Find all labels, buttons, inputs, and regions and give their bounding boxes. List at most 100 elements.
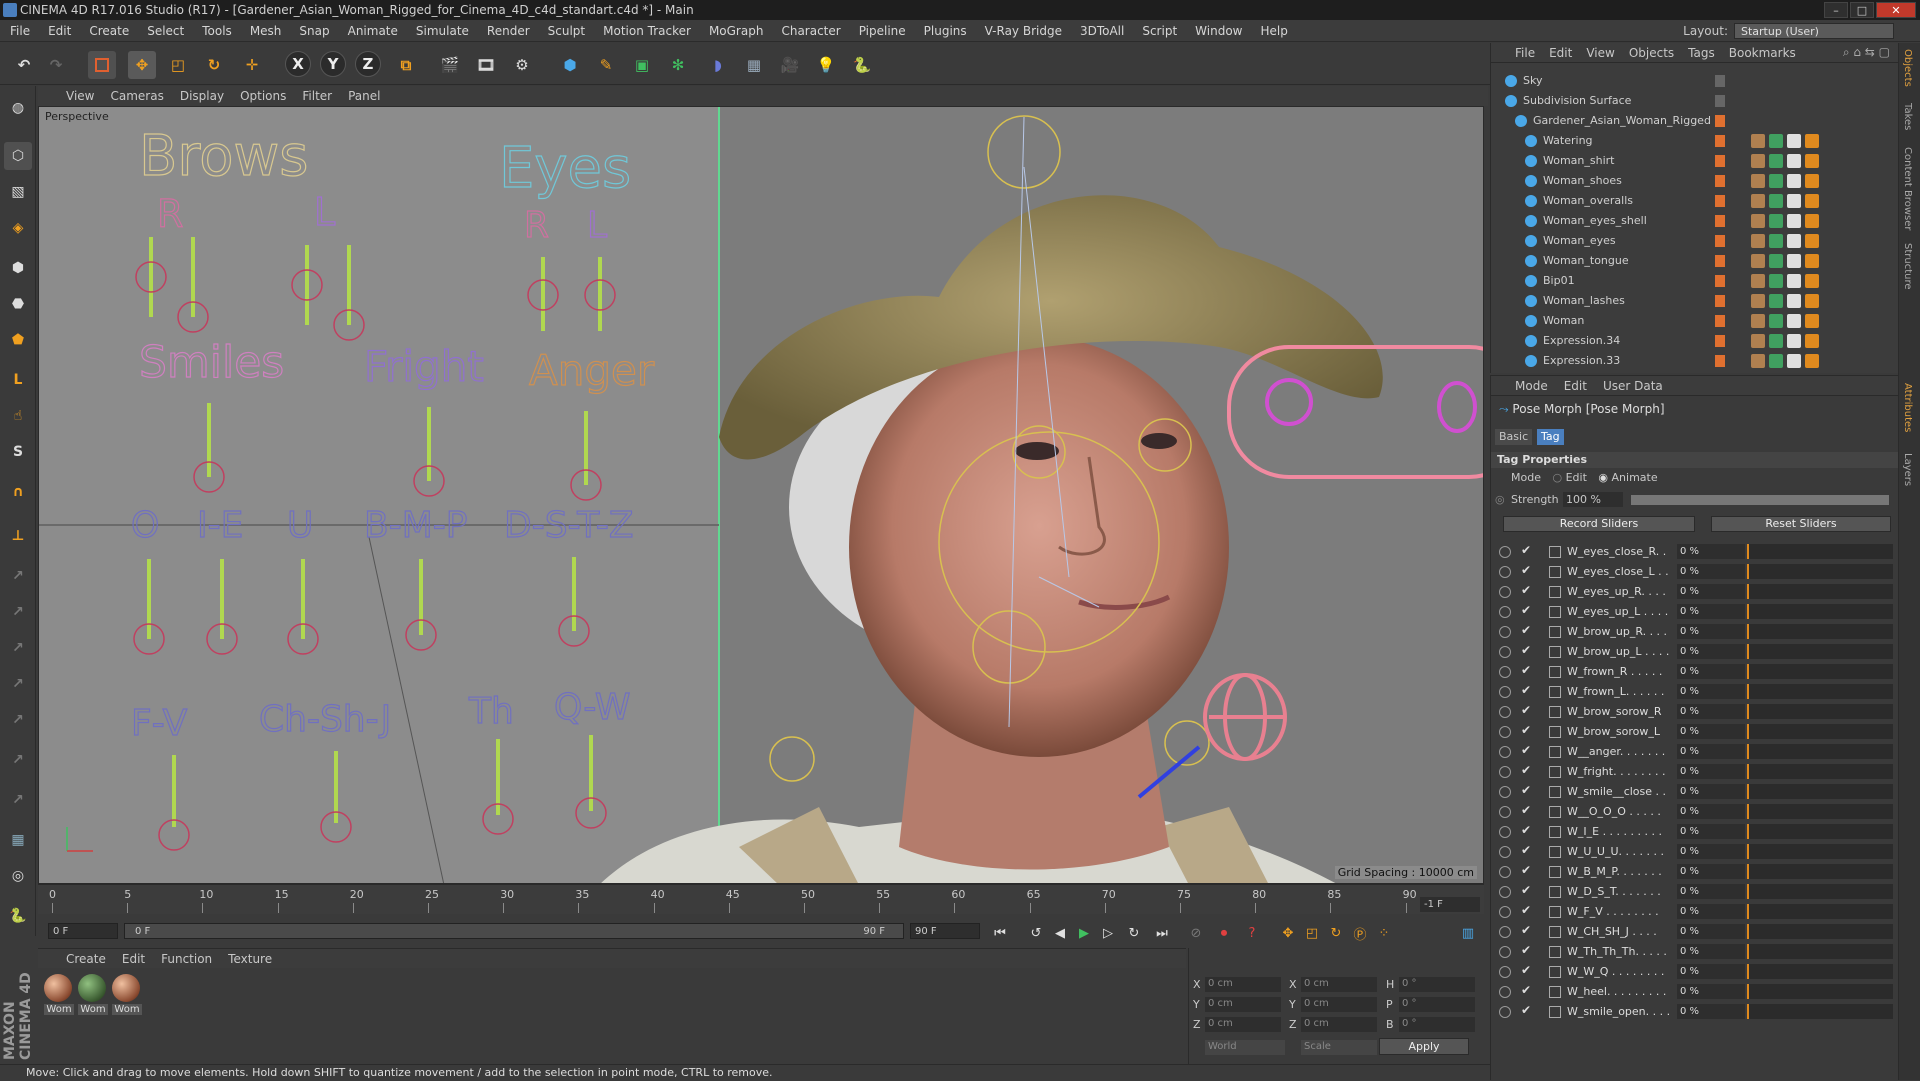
rotation-h-field[interactable]: 0 ° xyxy=(1399,977,1475,992)
tag-icon[interactable] xyxy=(1751,134,1765,148)
menu-pipeline[interactable]: Pipeline xyxy=(859,24,906,38)
enable-checkbox[interactable]: ✔ xyxy=(1521,903,1531,917)
animate-toggle-icon[interactable] xyxy=(1499,566,1511,578)
floor-icon[interactable]: ▦ xyxy=(740,51,768,79)
enable-checkbox[interactable]: ✔ xyxy=(1521,543,1531,557)
tag-icon[interactable] xyxy=(1769,154,1783,168)
enable-checkbox[interactable]: ✔ xyxy=(1521,983,1531,997)
menu-3dtoall[interactable]: 3DToAll xyxy=(1080,24,1124,38)
morph-slider[interactable] xyxy=(1747,844,1893,859)
layer-color-icon[interactable] xyxy=(1715,315,1725,327)
layer-color-icon[interactable] xyxy=(1715,135,1725,147)
tag-icon[interactable] xyxy=(1805,194,1819,208)
render-picture-viewer-icon[interactable]: 🎞 xyxy=(472,51,500,79)
morph-value-field[interactable]: 0 % xyxy=(1677,824,1745,839)
enable-checkbox[interactable]: ✔ xyxy=(1521,563,1531,577)
enable-checkbox[interactable]: ✔ xyxy=(1521,603,1531,617)
morph-value-field[interactable]: 0 % xyxy=(1677,644,1745,659)
apply-button[interactable]: Apply xyxy=(1379,1038,1469,1055)
animate-toggle-icon[interactable] xyxy=(1499,686,1511,698)
objmgr-menu-objects[interactable]: Objects xyxy=(1629,46,1674,60)
enable-checkbox[interactable]: ✔ xyxy=(1521,763,1531,777)
side-tab-structure[interactable]: Structure xyxy=(1902,243,1913,290)
morph-slider[interactable] xyxy=(1747,604,1893,619)
morph-value-field[interactable]: 0 % xyxy=(1677,944,1745,959)
deformer-icon[interactable]: ◗ xyxy=(704,51,732,79)
menu-tools[interactable]: Tools xyxy=(202,24,232,38)
animate-toggle-icon[interactable] xyxy=(1499,986,1511,998)
morph-value-field[interactable]: 0 % xyxy=(1677,704,1745,719)
tag-icon[interactable] xyxy=(1751,234,1765,248)
object-row[interactable]: Expression.34 xyxy=(1491,331,1891,351)
array-icon[interactable]: ✻ xyxy=(664,51,692,79)
strength-field[interactable]: 100 % xyxy=(1563,492,1623,507)
tag-icon[interactable] xyxy=(1805,274,1819,288)
menu-help[interactable]: Help xyxy=(1260,24,1287,38)
go-to-end-icon[interactable]: ⏭ xyxy=(1152,923,1172,943)
object-row[interactable]: Woman_eyes_shell xyxy=(1491,211,1891,231)
model-mode-icon[interactable]: ⬡ xyxy=(4,142,32,170)
morph-slider[interactable] xyxy=(1747,784,1893,799)
planar-icon[interactable]: ↗ xyxy=(4,746,32,774)
attr-menu-edit[interactable]: Edit xyxy=(1564,379,1587,393)
objmgr-menu-file[interactable]: File xyxy=(1515,46,1535,60)
animate-toggle-icon[interactable] xyxy=(1499,646,1511,658)
menu-plugins[interactable]: Plugins xyxy=(924,24,967,38)
cube-icon[interactable]: ⬢ xyxy=(556,51,584,79)
locked-workplane-icon[interactable]: ↗ xyxy=(4,562,32,590)
layer-color-icon[interactable] xyxy=(1715,115,1725,127)
animate-toggle-icon[interactable] xyxy=(1499,846,1511,858)
mode-edit-radio[interactable]: ○ xyxy=(1552,471,1562,484)
tab-tag[interactable]: Tag xyxy=(1537,429,1564,445)
morph-slider[interactable] xyxy=(1747,724,1893,739)
tag-icon[interactable] xyxy=(1805,314,1819,328)
viewport-menu-panel[interactable]: Panel xyxy=(348,89,380,103)
viewport-menu-display[interactable]: Display xyxy=(180,89,224,103)
morph-value-field[interactable]: 0 % xyxy=(1677,584,1745,599)
close-icon[interactable]: ✕ xyxy=(1876,2,1916,18)
coordinate-system-icon[interactable]: ⧉ xyxy=(392,51,420,79)
coordinate-space-dropdown[interactable]: World xyxy=(1205,1040,1285,1055)
size-z-field[interactable]: 0 cm xyxy=(1301,1017,1377,1032)
reset-sliders-button[interactable]: Reset Sliders xyxy=(1711,516,1891,532)
viewport-menu-cameras[interactable]: Cameras xyxy=(110,89,163,103)
objmgr-menu-tags[interactable]: Tags xyxy=(1688,46,1715,60)
animate-toggle-icon[interactable] xyxy=(1499,886,1511,898)
render-view-icon[interactable]: 🎬 xyxy=(436,51,464,79)
material-menu-texture[interactable]: Texture xyxy=(228,952,272,966)
enable-checkbox[interactable]: ✔ xyxy=(1521,743,1531,757)
objmgr-menu-view[interactable]: View xyxy=(1586,46,1614,60)
tag-icon[interactable] xyxy=(1751,294,1765,308)
morph-slider[interactable] xyxy=(1747,584,1893,599)
preview-range-slider[interactable]: 0 F 90 F xyxy=(124,923,904,939)
viewport-menu-filter[interactable]: Filter xyxy=(302,89,332,103)
tag-icon[interactable] xyxy=(1787,274,1801,288)
animate-toggle-icon[interactable] xyxy=(1499,946,1511,958)
layer-color-icon[interactable] xyxy=(1715,275,1725,287)
tag-icon[interactable] xyxy=(1769,234,1783,248)
viewport-menu-view[interactable]: View xyxy=(66,89,94,103)
morph-slider[interactable] xyxy=(1747,564,1893,579)
tag-icon[interactable] xyxy=(1751,194,1765,208)
enable-checkbox[interactable]: ✔ xyxy=(1521,703,1531,717)
morph-slider[interactable] xyxy=(1747,924,1893,939)
animate-toggle-icon[interactable] xyxy=(1499,666,1511,678)
layer-color-icon[interactable] xyxy=(1715,95,1725,107)
object-row[interactable]: Woman xyxy=(1491,311,1891,331)
morph-value-field[interactable]: 0 % xyxy=(1677,924,1745,939)
strength-slider[interactable] xyxy=(1631,495,1889,505)
morph-value-field[interactable]: 0 % xyxy=(1677,544,1745,559)
material-menu-function[interactable]: Function xyxy=(161,952,212,966)
tag-icon[interactable] xyxy=(1787,214,1801,228)
morph-slider[interactable] xyxy=(1747,804,1893,819)
animate-toggle-icon[interactable] xyxy=(1499,826,1511,838)
morph-slider[interactable] xyxy=(1747,964,1893,979)
enable-checkbox[interactable]: ✔ xyxy=(1521,623,1531,637)
menu-window[interactable]: Window xyxy=(1195,24,1242,38)
morph-value-field[interactable]: 0 % xyxy=(1677,684,1745,699)
animate-toggle-icon[interactable] xyxy=(1499,586,1511,598)
record-active-objects-icon[interactable]: ⊘ xyxy=(1186,923,1206,943)
morph-value-field[interactable]: 0 % xyxy=(1677,984,1745,999)
menu-mesh[interactable]: Mesh xyxy=(250,24,282,38)
enable-checkbox[interactable]: ✔ xyxy=(1521,923,1531,937)
